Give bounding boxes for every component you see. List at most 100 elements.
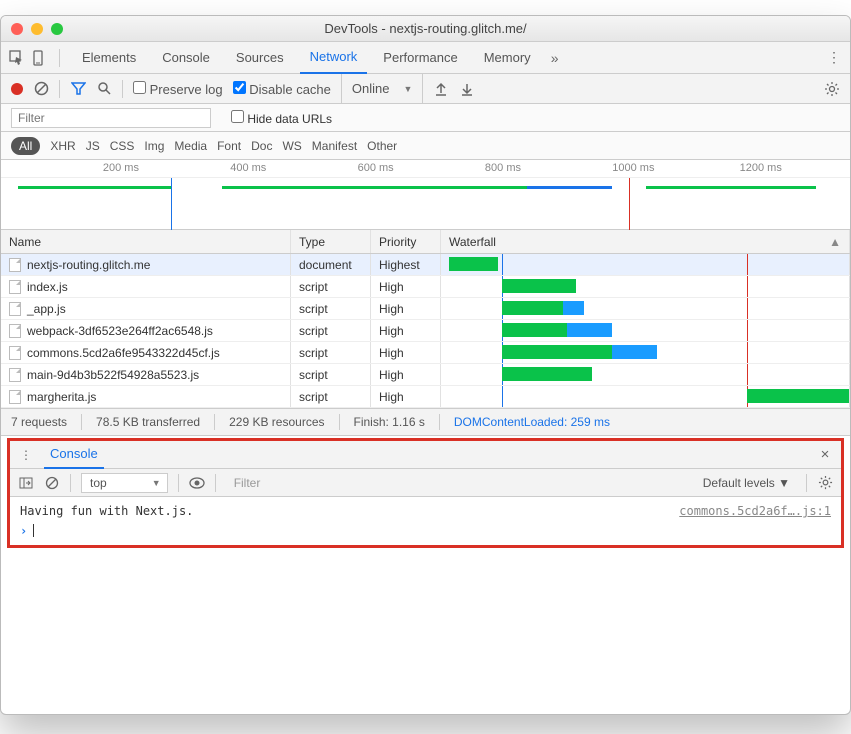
- live-expression-icon[interactable]: [189, 475, 205, 491]
- log-text: Having fun with Next.js.: [20, 504, 193, 518]
- request-waterfall: [441, 320, 850, 341]
- window-title: DevTools - nextjs-routing.glitch.me/: [1, 21, 850, 36]
- request-type: script: [291, 364, 371, 385]
- file-icon: [9, 302, 21, 316]
- prompt-caret-icon: ›: [20, 524, 27, 538]
- type-other[interactable]: Other: [367, 139, 397, 153]
- devtools-window: DevTools - nextjs-routing.glitch.me/ Ele…: [0, 15, 851, 715]
- upload-icon[interactable]: [433, 81, 449, 97]
- request-type: script: [291, 298, 371, 319]
- throttling-select[interactable]: Online▼: [341, 74, 424, 103]
- summary-dcl: DOMContentLoaded: 259 ms: [454, 415, 610, 429]
- type-css[interactable]: CSS: [110, 139, 135, 153]
- file-icon: [9, 368, 21, 382]
- drawer-kebab-icon[interactable]: ⋮: [18, 447, 34, 463]
- request-waterfall: [441, 364, 850, 385]
- table-row[interactable]: _app.jsscriptHigh: [1, 298, 850, 320]
- gear-icon[interactable]: [824, 81, 840, 97]
- type-all[interactable]: All: [11, 137, 40, 155]
- table-row[interactable]: commons.5cd2a6fe9543322d45cf.js scriptHig…: [1, 342, 850, 364]
- disable-cache-checkbox[interactable]: Disable cache: [233, 81, 331, 97]
- request-name: main-9d4b3b522f54928a5523.js: [27, 368, 199, 382]
- table-row[interactable]: nextjs-routing.glitch.medocumentHighest: [1, 254, 850, 276]
- col-priority[interactable]: Priority: [371, 230, 441, 253]
- console-filter-input[interactable]: Filter: [226, 476, 693, 490]
- type-ws[interactable]: WS: [282, 139, 301, 153]
- console-gear-icon[interactable]: [817, 475, 833, 491]
- clear-console-icon[interactable]: [44, 475, 60, 491]
- timeline-overview[interactable]: 200 ms 400 ms 600 ms 800 ms 1000 ms 1200…: [1, 160, 850, 230]
- filter-input[interactable]: [11, 108, 211, 128]
- type-xhr[interactable]: XHR: [50, 139, 75, 153]
- request-priority: High: [371, 276, 441, 297]
- type-doc[interactable]: Doc: [251, 139, 272, 153]
- inspect-icon[interactable]: [9, 50, 25, 66]
- tab-memory[interactable]: Memory: [474, 42, 541, 74]
- request-priority: High: [371, 298, 441, 319]
- more-tabs-icon[interactable]: »: [547, 50, 563, 66]
- type-manifest[interactable]: Manifest: [312, 139, 357, 153]
- request-waterfall: [441, 276, 850, 297]
- request-name: webpack-3df6523e264ff2ac6548.js: [27, 324, 213, 338]
- drawer-tab-console[interactable]: Console: [44, 441, 104, 469]
- context-select[interactable]: top: [81, 473, 168, 493]
- file-icon: [9, 280, 21, 294]
- file-icon: [9, 346, 21, 360]
- download-icon[interactable]: [459, 81, 475, 97]
- tab-network[interactable]: Network: [300, 42, 368, 74]
- col-waterfall[interactable]: Waterfall▲: [441, 230, 850, 253]
- table-row[interactable]: webpack-3df6523e264ff2ac6548.js scriptHig…: [1, 320, 850, 342]
- table-row[interactable]: main-9d4b3b522f54928a5523.js scriptHigh: [1, 364, 850, 386]
- request-waterfall: [441, 342, 850, 363]
- request-priority: High: [371, 386, 441, 407]
- summary-transferred: 78.5 KB transferred: [96, 415, 200, 429]
- request-type: script: [291, 342, 371, 363]
- log-source-link[interactable]: commons.5cd2a6f….js:1: [679, 504, 831, 518]
- type-img[interactable]: Img: [144, 139, 164, 153]
- table-header: Name Type Priority Waterfall▲: [1, 230, 850, 254]
- tab-sources[interactable]: Sources: [226, 42, 294, 74]
- table-row[interactable]: margherita.jsscriptHigh: [1, 386, 850, 408]
- request-name: margherita.js: [27, 390, 96, 404]
- record-button[interactable]: [11, 83, 23, 95]
- type-js[interactable]: JS: [86, 139, 100, 153]
- request-table: nextjs-routing.glitch.medocumentHighesti…: [1, 254, 850, 408]
- kebab-icon[interactable]: ⋮: [826, 50, 842, 66]
- summary-bar: 7 requests 78.5 KB transferred 229 KB re…: [1, 408, 850, 436]
- tick: 400 ms: [230, 162, 266, 174]
- titlebar: DevTools - nextjs-routing.glitch.me/: [1, 16, 850, 42]
- hide-data-urls-checkbox[interactable]: Hide data URLs: [231, 110, 332, 126]
- tick: 1200 ms: [740, 162, 782, 174]
- request-priority: High: [371, 364, 441, 385]
- request-priority: High: [371, 320, 441, 341]
- col-type[interactable]: Type: [291, 230, 371, 253]
- device-icon[interactable]: [31, 50, 47, 66]
- type-font[interactable]: Font: [217, 139, 241, 153]
- request-type: script: [291, 276, 371, 297]
- tab-elements[interactable]: Elements: [72, 42, 146, 74]
- tick: 200 ms: [103, 162, 139, 174]
- summary-resources: 229 KB resources: [229, 415, 324, 429]
- request-type: script: [291, 320, 371, 341]
- filter-bar: Hide data URLs: [1, 104, 850, 132]
- col-name[interactable]: Name: [1, 230, 291, 253]
- console-sidebar-icon[interactable]: [18, 475, 34, 491]
- filter-icon[interactable]: [70, 81, 86, 97]
- console-prompt[interactable]: ›: [20, 521, 831, 541]
- request-priority: High: [371, 342, 441, 363]
- type-media[interactable]: Media: [174, 139, 207, 153]
- request-waterfall: [441, 298, 850, 319]
- tab-console[interactable]: Console: [152, 42, 220, 74]
- search-icon[interactable]: [96, 81, 112, 97]
- log-levels-select[interactable]: Default levels ▼: [703, 476, 796, 490]
- request-name: nextjs-routing.glitch.me: [27, 258, 150, 272]
- file-icon: [9, 390, 21, 404]
- table-row[interactable]: index.js scriptHigh: [1, 276, 850, 298]
- log-message: Having fun with Next.js. commons.5cd2a6f…: [20, 501, 831, 521]
- preserve-log-checkbox[interactable]: Preserve log: [133, 81, 223, 97]
- request-name: index.js: [27, 280, 68, 294]
- request-name: commons.5cd2a6fe9543322d45cf.js: [27, 346, 220, 360]
- close-icon[interactable]: ×: [817, 447, 833, 463]
- clear-icon[interactable]: [33, 81, 49, 97]
- tab-performance[interactable]: Performance: [373, 42, 467, 74]
